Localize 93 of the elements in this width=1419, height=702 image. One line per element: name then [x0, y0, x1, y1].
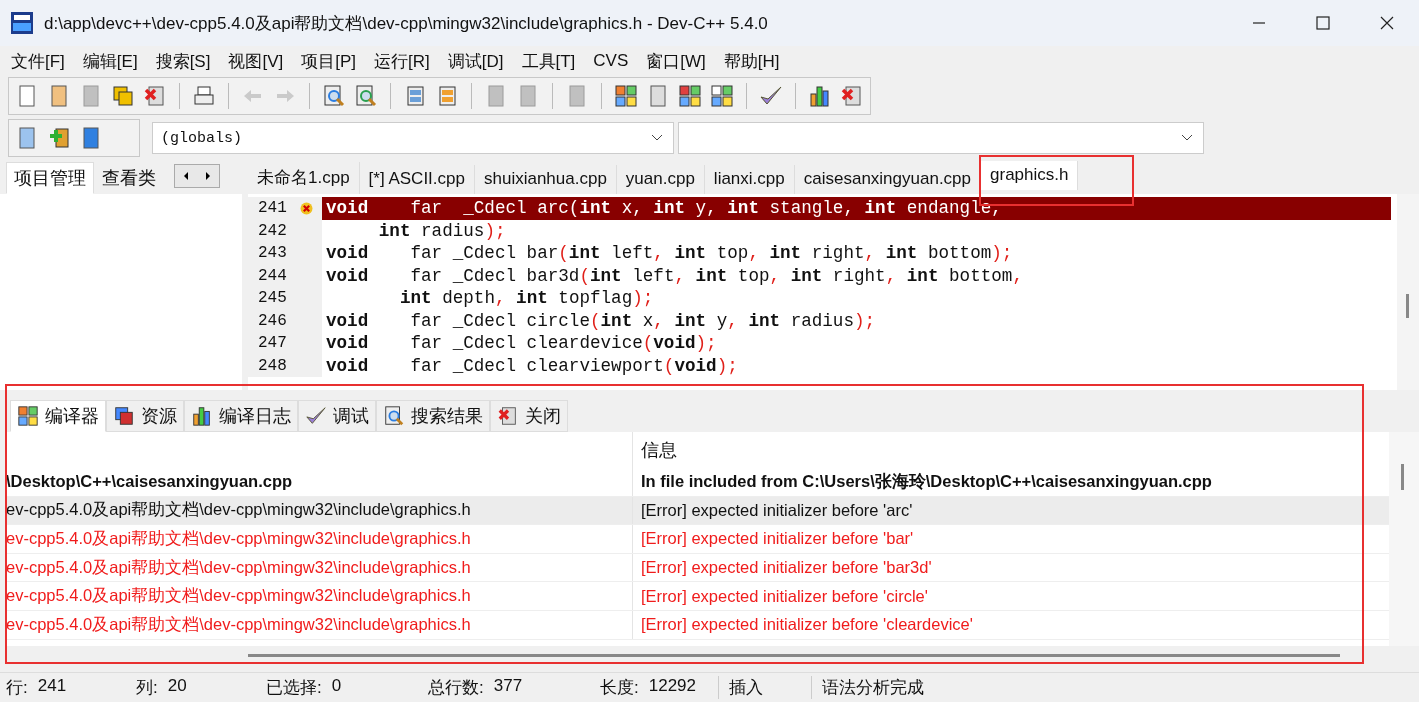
table-cell-text: [Error] expected initializer before 'cleardevice': [640, 615, 973, 635]
panel-tab[interactable]: 资源: [106, 400, 184, 432]
find-icon[interactable]: [322, 84, 346, 108]
panel-tab[interactable]: 编译器: [10, 400, 106, 432]
close-icon[interactable]: [1379, 15, 1395, 31]
menu-item[interactable]: 文件[F]: [4, 49, 72, 73]
line-number: 241: [257, 199, 287, 218]
code-line: void far _Cdecl bar3d(int left, int top, int right, int bottom,: [325, 264, 1024, 287]
menu-item[interactable]: 调试[D]: [440, 49, 511, 73]
code-line: void far _Cdecl bar(int left, int top, int right, int bottom);: [325, 242, 1014, 265]
table-cell: ev-cpp5.4.0及api帮助文档\dev-cpp\mingw32\include\graphics.h: [6, 553, 633, 582]
message-row[interactable]: ev-cpp5.4.0及api帮助文档\dev-cpp\mingw32\include\graphics.h [Error] expected initializer before 'bar': [6, 525, 1389, 554]
status-value: 241: [37, 676, 67, 697]
status-value: 377: [493, 676, 523, 697]
replace-icon[interactable]: [354, 84, 378, 108]
close-file-icon[interactable]: [143, 84, 167, 108]
status-label: 行:: [6, 677, 28, 699]
status-mode: 插入: [718, 676, 811, 699]
scrollbar-thumb[interactable]: [248, 654, 1340, 657]
line-number: 243: [257, 244, 287, 263]
chevron-down-icon: [651, 134, 663, 142]
overlap-icon: [113, 405, 135, 427]
menu-item[interactable]: 项目[P]: [294, 49, 364, 73]
message-row[interactable]: \Desktop\C++\caisesanxingyuan.cpp In file included from C:\Users\张海玲\Desktop\C++\caisesanxingyuan.cpp: [6, 468, 1389, 497]
bar-chart-icon[interactable]: [808, 84, 832, 108]
table-cell-text: [Error] expected initializer before 'bar': [640, 529, 914, 549]
message-row[interactable]: ev-cpp5.4.0及api帮助文档\dev-cpp\mingw32\include\graphics.h [Error] expected initializer before 'circle': [6, 582, 1389, 611]
check-icon: [305, 405, 327, 427]
scope-dropdown[interactable]: (globals): [152, 122, 674, 154]
find-icon: [383, 405, 405, 427]
status-label: 长度:: [600, 677, 639, 699]
panel-tab[interactable]: 查看类: [94, 162, 164, 194]
panel-tab[interactable]: 调试: [298, 400, 376, 432]
maximize-icon[interactable]: [1315, 15, 1331, 31]
table-cell-text: [Error] expected initializer before 'circle': [640, 586, 928, 606]
scrollbar-thumb[interactable]: [1401, 464, 1404, 490]
code-line: void far _Cdecl cleardevice(void);: [325, 332, 718, 355]
table-cell-text: In file included from C:\Users\张海玲\Desktop\C++\caisesanxingyuan.cpp: [640, 470, 1212, 492]
status-message: 语法分析完成: [811, 676, 924, 699]
app-icon: [10, 11, 34, 35]
status-value: 20: [167, 676, 187, 697]
table-cell: \Desktop\C++\caisesanxingyuan.cpp: [6, 468, 633, 496]
table-cell: ev-cpp5.4.0及api帮助文档\dev-cpp\mingw32\include\graphics.h: [6, 582, 633, 610]
save-all-icon[interactable]: [111, 84, 135, 108]
add-icon[interactable]: [47, 126, 71, 150]
line-number: 242: [257, 221, 287, 240]
menu-item[interactable]: 运行[R]: [367, 49, 437, 73]
menu-item[interactable]: 搜索[S]: [148, 49, 218, 73]
menu-item[interactable]: 工具[T]: [514, 49, 583, 73]
table-cell: ev-cpp5.4.0及api帮助文档\dev-cpp\mingw32\include\graphics.h: [6, 525, 633, 553]
table-cell: ev-cpp5.4.0及api帮助文档\dev-cpp\mingw32\include\graphics.h: [6, 496, 633, 525]
chevron-down-icon: [1181, 134, 1193, 142]
panel-tab[interactable]: 搜索结果: [376, 400, 490, 432]
line-number: 245: [257, 289, 287, 308]
menu-item[interactable]: CVS: [586, 51, 636, 71]
stop-icon[interactable]: [840, 84, 864, 108]
panel-tab[interactable]: 编译日志: [184, 400, 298, 432]
window-title: d:\app\devc++\dev-cpp5.4.0及api帮助文档\dev-cpp\mingw32\include\graphics.h - Dev-C++ 5.4.0: [44, 12, 769, 35]
line-number: 247: [257, 334, 287, 353]
message-row[interactable]: ev-cpp5.4.0及api帮助文档\dev-cpp\mingw32\include\graphics.h [Error] expected initializer before 'cleardevice': [6, 610, 1389, 640]
close-icon: [497, 405, 519, 427]
column-header: 信息: [640, 439, 677, 462]
file-tab[interactable]: graphics.h: [981, 161, 1079, 190]
panel-tab[interactable]: 项目管理: [6, 162, 94, 194]
grid-icon: [17, 405, 39, 427]
message-row[interactable]: ev-cpp5.4.0及api帮助文档\dev-cpp\mingw32\include\graphics.h [Error] expected initializer before 'arc': [6, 496, 1389, 526]
code-line: void far _Cdecl circle(int x, int y, int radius);: [325, 309, 877, 332]
bar-chart-icon: [191, 405, 213, 427]
code-line: int radius);: [377, 219, 507, 242]
menu-item[interactable]: 编辑[E]: [75, 49, 145, 73]
message-row[interactable]: ev-cpp5.4.0及api帮助文档\dev-cpp\mingw32\include\graphics.h [Error] expected initializer before 'bar3d': [6, 553, 1389, 583]
status-value: 12292: [648, 676, 696, 697]
table-cell-text: [Error] expected initializer before 'bar3d': [640, 558, 932, 578]
code-line: void far _Cdecl clearviewport(void);: [325, 354, 739, 377]
panel-tab[interactable]: 关闭: [490, 400, 568, 432]
menu-item[interactable]: 视图[V]: [221, 49, 291, 73]
color-window-icon[interactable]: [678, 84, 702, 108]
table-cell: ev-cpp5.4.0及api帮助文档\dev-cpp\mingw32\include\graphics.h: [6, 610, 633, 639]
code-line: int depth, int topflag);: [398, 287, 655, 310]
table-cell-text: [Error] expected initializer before 'arc': [640, 500, 913, 520]
status-label: 列:: [136, 677, 158, 699]
status-label: 总行数:: [428, 677, 484, 699]
status-label: 已选择:: [266, 677, 322, 699]
scrollbar-thumb[interactable]: [1406, 294, 1409, 318]
grid-icon[interactable]: [614, 84, 638, 108]
grid-icon[interactable]: [710, 84, 734, 108]
line-number: 248: [257, 356, 287, 375]
print-icon[interactable]: [192, 84, 216, 108]
menu-item[interactable]: 窗口[W]: [639, 49, 713, 73]
menu-item[interactable]: 帮助[H]: [716, 49, 787, 73]
status-value: 0: [331, 676, 342, 697]
line-number: 246: [257, 311, 287, 330]
line-number: 244: [257, 266, 287, 285]
